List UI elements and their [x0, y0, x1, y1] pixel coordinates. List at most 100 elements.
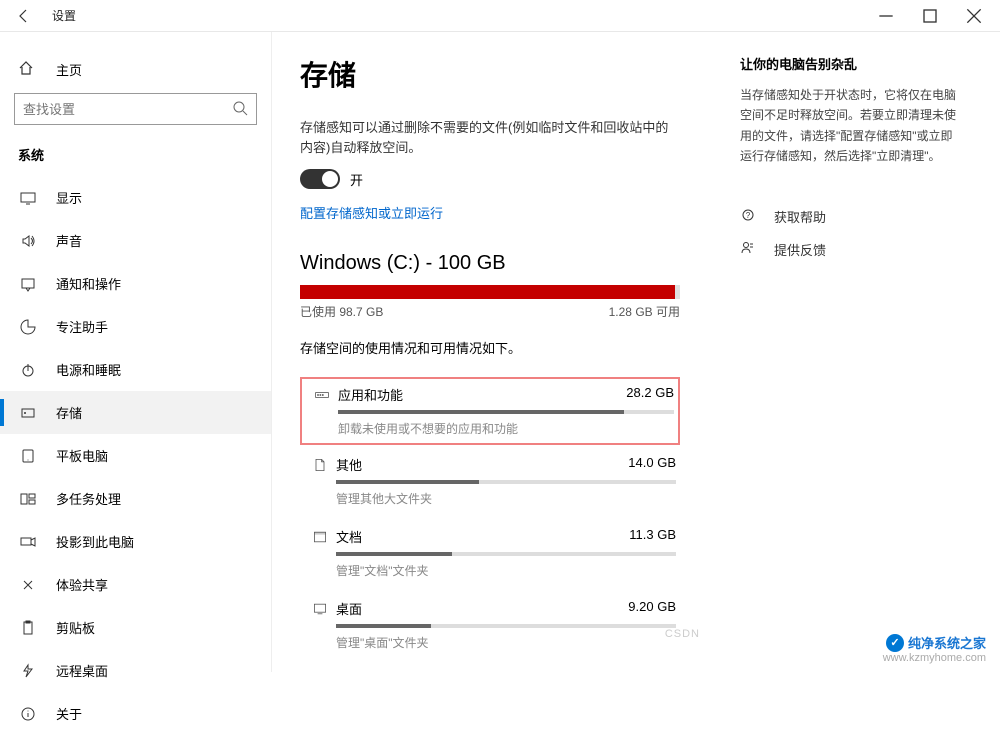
category-bar: [336, 552, 676, 556]
logo-icon: ✓: [886, 634, 904, 652]
close-button[interactable]: [952, 0, 996, 32]
aside-panel: 让你的电脑告别杂乱 当存储感知处于开状态时，它将仅在电脑空间不足时释放空间。若要…: [740, 54, 960, 652]
about-icon: [18, 706, 38, 722]
sidebar-item-label: 关于: [56, 704, 82, 723]
category-item[interactable]: 其他 14.0 GB 管理其他大文件夹: [300, 445, 680, 517]
sidebar: 主页 系统 显示 声音 通知和操作 专注助手 电源和睡眠 存储: [0, 32, 272, 672]
shared-icon: [18, 577, 38, 593]
tablet-icon: [18, 448, 38, 464]
window-controls: [864, 0, 996, 32]
category-bar: [338, 410, 674, 414]
category-sub: 管理"文档"文件夹: [336, 562, 676, 579]
category-size: 11.3 GB: [629, 527, 676, 546]
page-title: 存储: [300, 54, 680, 94]
sidebar-item-label: 平板电脑: [56, 446, 108, 465]
sidebar-item-storage[interactable]: 存储: [0, 391, 271, 434]
sidebar-item-focus[interactable]: 专注助手: [0, 305, 271, 348]
sidebar-item-label: 存储: [56, 403, 82, 422]
sidebar-item-about[interactable]: 关于: [0, 692, 271, 735]
titlebar: 设置: [0, 0, 1000, 32]
sidebar-item-label: 远程桌面: [56, 661, 108, 680]
help-link[interactable]: ? 获取帮助: [740, 207, 960, 226]
home-link[interactable]: 主页: [0, 50, 271, 89]
category-name: 应用和功能: [338, 385, 403, 404]
category-size: 9.20 GB: [628, 599, 676, 618]
project-icon: [18, 534, 38, 550]
section-label: 系统: [0, 139, 271, 176]
svg-text:?: ?: [746, 211, 751, 220]
multitask-icon: [18, 491, 38, 507]
category-item[interactable]: 文档 11.3 GB 管理"文档"文件夹: [300, 517, 680, 589]
category-bar: [336, 480, 676, 484]
usage-desc: 存储空间的使用情况和可用情况如下。: [300, 338, 680, 357]
drive-title: Windows (C:) - 100 GB: [300, 252, 680, 275]
category-size: 28.2 GB: [626, 385, 674, 404]
usage-bar: [300, 285, 680, 299]
sidebar-item-label: 多任务处理: [56, 489, 121, 508]
category-sub: 卸载未使用或不想要的应用和功能: [338, 420, 674, 437]
sidebar-item-tablet[interactable]: 平板电脑: [0, 434, 271, 477]
free-label: 1.28 GB 可用: [609, 303, 680, 320]
tip-body: 当存储感知处于开状态时，它将仅在电脑空间不足时释放空间。若要立即清理未使用的文件…: [740, 85, 960, 167]
storage-sense-toggle[interactable]: [300, 169, 340, 189]
feedback-label: 提供反馈: [774, 240, 826, 259]
configure-link[interactable]: 配置存储感知或立即运行: [300, 203, 443, 222]
window-title: 设置: [52, 7, 76, 24]
category-item[interactable]: 临时文件1.91 GB 选择要删除的临时文件: [300, 661, 680, 672]
focus-icon: [18, 319, 38, 335]
sidebar-item-label: 声音: [56, 231, 82, 250]
display-icon: [18, 190, 38, 206]
notifications-icon: [18, 276, 38, 292]
power-icon: [18, 362, 38, 378]
storage-sense-desc: 存储感知可以通过删除不需要的文件(例如临时文件和回收站中的内容)自动释放空间。: [300, 118, 680, 157]
category-size: 14.0 GB: [628, 455, 676, 474]
help-label: 获取帮助: [774, 207, 826, 226]
remote-icon: [18, 663, 38, 679]
sidebar-item-label: 专注助手: [56, 317, 108, 336]
storage-icon: [18, 405, 38, 421]
sound-icon: [18, 233, 38, 249]
category-item[interactable]: 桌面 9.20 GB 管理"桌面"文件夹: [300, 589, 680, 661]
home-label: 主页: [56, 60, 82, 79]
search-input[interactable]: [23, 102, 232, 117]
category-name: 桌面: [336, 599, 362, 618]
category-item[interactable]: 应用和功能 28.2 GB 卸载未使用或不想要的应用和功能: [300, 377, 680, 445]
category-icon: [304, 527, 336, 579]
category-icon: [304, 599, 336, 651]
sidebar-item-sound[interactable]: 声音: [0, 219, 271, 262]
main-panel: 存储 存储感知可以通过删除不需要的文件(例如临时文件和回收站中的内容)自动释放空…: [272, 32, 1000, 672]
sidebar-item-display[interactable]: 显示: [0, 176, 271, 219]
search-box[interactable]: [14, 93, 257, 125]
feedback-link[interactable]: 提供反馈: [740, 240, 960, 259]
back-button[interactable]: [4, 0, 44, 32]
sidebar-item-project[interactable]: 投影到此电脑: [0, 520, 271, 563]
sidebar-item-remote[interactable]: 远程桌面: [0, 649, 271, 692]
category-icon: [306, 385, 338, 437]
category-sub: 管理其他大文件夹: [336, 490, 676, 507]
used-label: 已使用 98.7 GB: [300, 303, 383, 320]
sidebar-item-label: 剪贴板: [56, 618, 95, 637]
sidebar-item-shared[interactable]: 体验共享: [0, 563, 271, 606]
sidebar-item-label: 通知和操作: [56, 274, 121, 293]
sidebar-item-notifications[interactable]: 通知和操作: [0, 262, 271, 305]
category-name: 文档: [336, 527, 362, 546]
category-name: 其他: [336, 455, 362, 474]
search-icon: [232, 100, 248, 119]
brand-watermark: ✓纯净系统之家 www.kzmyhome.com: [883, 633, 986, 664]
home-icon: [18, 60, 38, 79]
sidebar-item-label: 电源和睡眠: [56, 360, 121, 379]
sidebar-item-label: 体验共享: [56, 575, 108, 594]
tip-title: 让你的电脑告别杂乱: [740, 54, 960, 73]
help-icon: ?: [740, 207, 764, 226]
category-bar: [336, 624, 676, 628]
category-sub: 管理"桌面"文件夹: [336, 634, 676, 651]
sidebar-item-power[interactable]: 电源和睡眠: [0, 348, 271, 391]
feedback-icon: [740, 240, 764, 259]
category-icon: [304, 455, 336, 507]
csdn-watermark: CSDN: [665, 628, 700, 640]
sidebar-item-multitask[interactable]: 多任务处理: [0, 477, 271, 520]
minimize-button[interactable]: [864, 0, 908, 32]
sidebar-item-label: 投影到此电脑: [56, 532, 134, 551]
maximize-button[interactable]: [908, 0, 952, 32]
sidebar-item-clipboard[interactable]: 剪贴板: [0, 606, 271, 649]
